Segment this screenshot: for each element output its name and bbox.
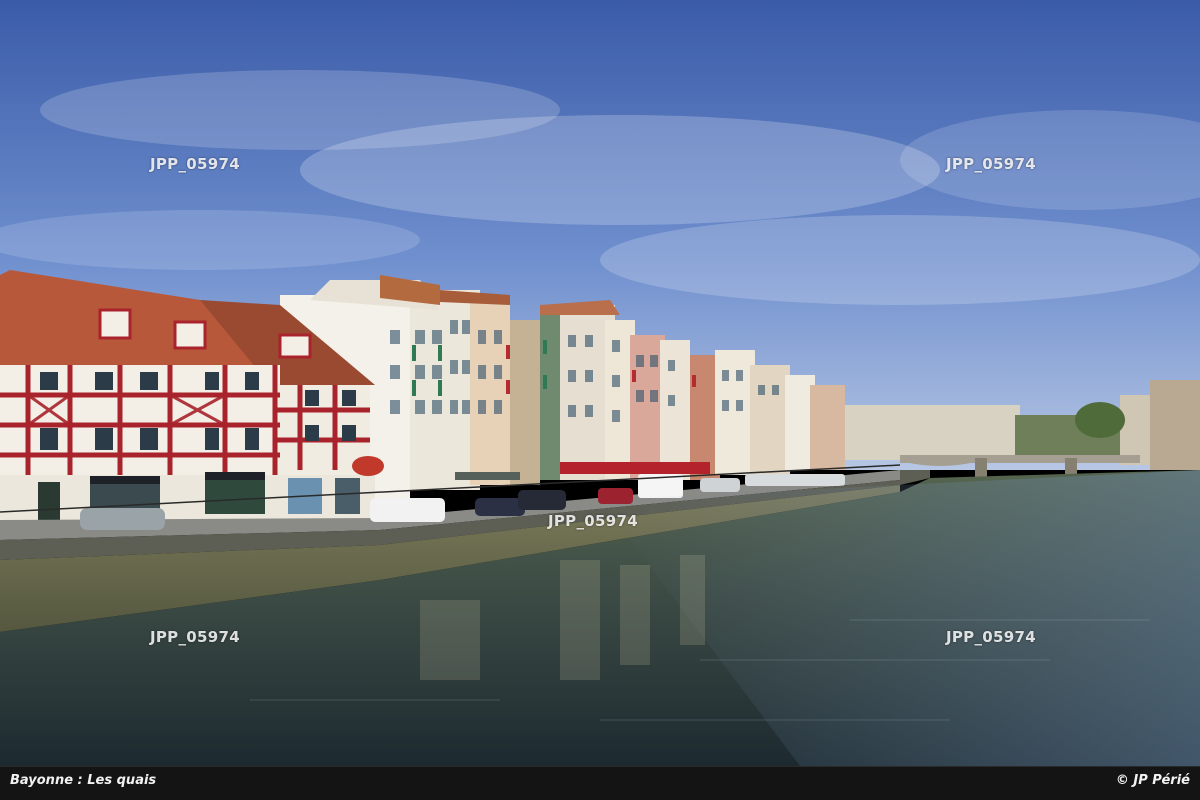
caption-copyright: © JP Périé (1115, 773, 1190, 788)
watermark-bottom-right: JPP_05974 (946, 628, 1036, 646)
photo-scene (0, 0, 1200, 766)
photo: JPP_05974 JPP_05974 JPP_05974 JPP_05974 … (0, 0, 1200, 766)
watermark-bottom-left: JPP_05974 (150, 628, 240, 646)
watermark-top-right: JPP_05974 (946, 155, 1036, 173)
caption-bar: Bayonne : Les quais © JP Périé (0, 766, 1200, 800)
watermark-center: JPP_05974 (548, 512, 638, 530)
caption-title: Bayonne : Les quais (10, 773, 157, 788)
watermark-top-left: JPP_05974 (150, 155, 240, 173)
